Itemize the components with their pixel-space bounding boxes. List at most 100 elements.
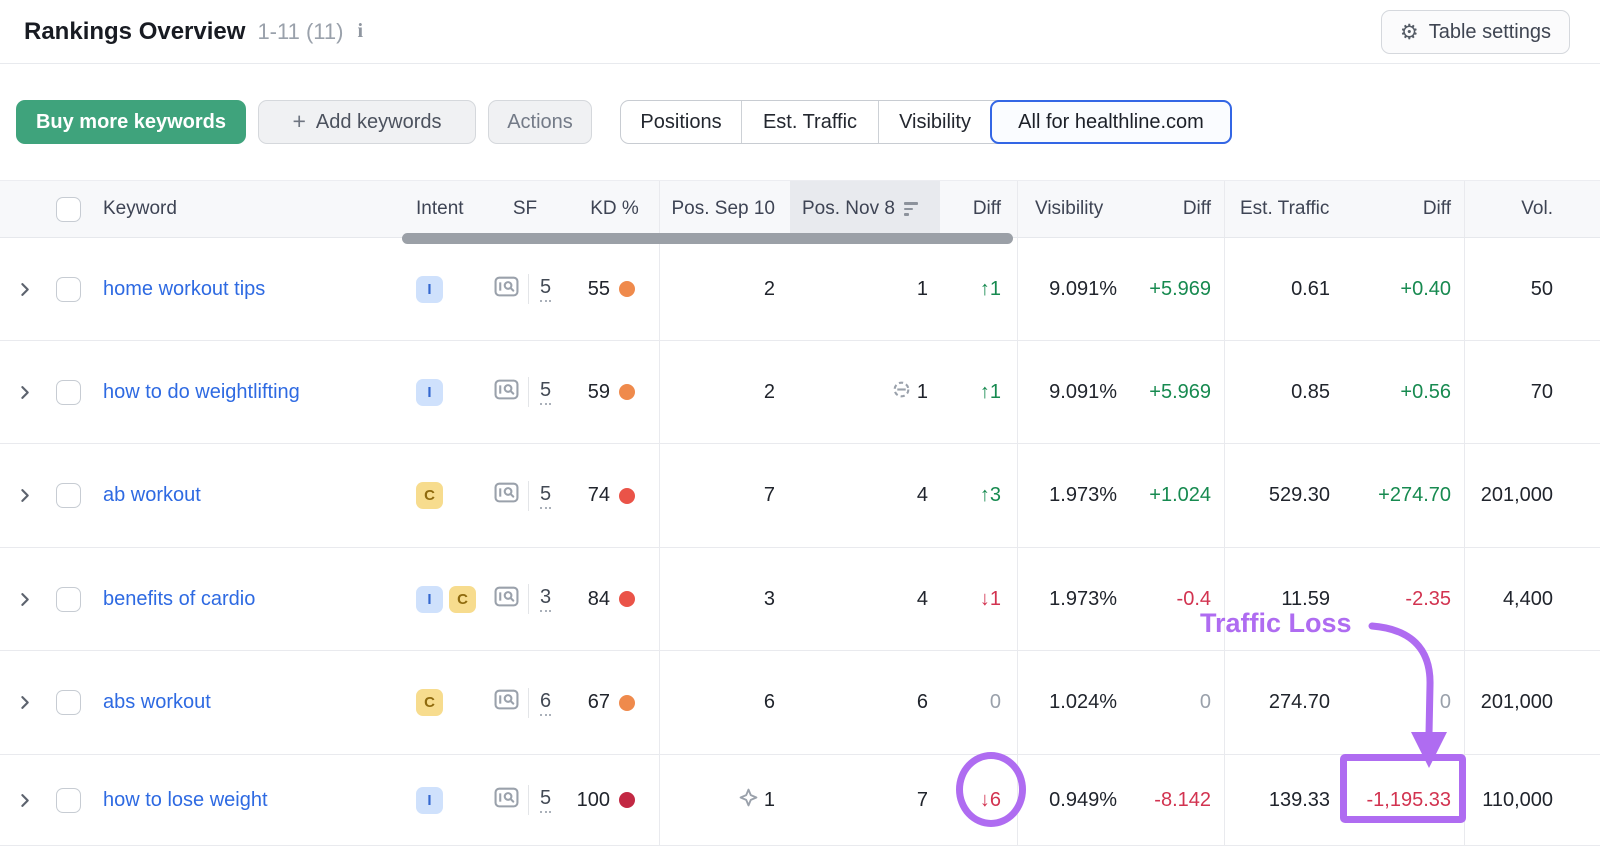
keyword-link[interactable]: home workout tips <box>103 278 265 301</box>
header-est-traffic[interactable]: Est. Traffic <box>1225 181 1340 237</box>
kd-difficulty-dot <box>619 281 635 297</box>
row-checkbox[interactable] <box>55 276 81 302</box>
row-checkbox[interactable] <box>55 586 81 612</box>
keyword-link[interactable]: abs workout <box>103 691 211 714</box>
visibility-diff-value: +5.969 <box>1149 277 1211 300</box>
serp-features-icon <box>494 586 519 613</box>
keyword-link[interactable]: how to lose weight <box>103 789 268 812</box>
toolbar: Buy more keywords + Add keywords Actions… <box>16 100 1600 144</box>
pos-diff-value: 0 <box>989 691 1001 713</box>
info-icon[interactable]: i <box>357 20 363 43</box>
header-diff-pos[interactable]: Diff <box>940 181 1018 237</box>
expand-chevron-icon[interactable] <box>17 695 32 710</box>
table-row: ab workout C 5 74 7 4 ↑3 1.973% +1.024 5… <box>0 444 1600 548</box>
intent-badge-commercial: C <box>416 689 443 716</box>
kd-value: 100 <box>576 788 610 811</box>
tab-all-for-domain[interactable]: All for healthline.com <box>990 100 1232 144</box>
traffic-diff-value: +0.40 <box>1400 277 1451 300</box>
pos-sep10-value: 2 <box>763 277 775 300</box>
intent-badge-commercial: C <box>416 482 443 509</box>
add-keywords-button[interactable]: + Add keywords <box>258 100 476 144</box>
volume-value: 50 <box>1530 277 1553 300</box>
tab-visibility[interactable]: Visibility <box>878 101 991 143</box>
horizontal-scrollbar[interactable] <box>402 233 1013 244</box>
visibility-diff-value: +5.969 <box>1149 380 1211 403</box>
header-pos-sep10[interactable]: Pos. Sep 10 <box>660 181 790 237</box>
header-expander-spacer <box>0 181 48 237</box>
table-settings-button[interactable]: ⚙ Table settings <box>1380 10 1570 54</box>
header-sf[interactable]: SF <box>480 181 570 237</box>
header-diff-traffic[interactable]: Diff <box>1340 181 1465 237</box>
kd-value: 67 <box>587 691 610 713</box>
sf-count[interactable]: 5 <box>540 483 552 509</box>
tab-est-traffic[interactable]: Est. Traffic <box>741 101 878 143</box>
header-kd[interactable]: KD % <box>570 181 660 237</box>
intent-badge-informational: I <box>416 378 443 406</box>
serp-features-icon <box>494 276 519 303</box>
keyword-link[interactable]: benefits of cardio <box>103 588 255 611</box>
select-all-checkbox[interactable] <box>55 196 81 222</box>
pos-nov8-value: 6 <box>916 691 928 713</box>
visibility-value: 9.091% <box>1049 380 1117 403</box>
header-pos-nov8-label: Pos. Nov 8 <box>802 198 895 219</box>
link-icon <box>892 380 911 405</box>
table-settings-label: Table settings <box>1428 20 1551 43</box>
pos-sep10-value: 2 <box>763 380 775 403</box>
intent-badge-informational: I <box>416 275 443 303</box>
expand-chevron-icon[interactable] <box>17 385 32 400</box>
kd-value: 59 <box>587 380 610 403</box>
table-row: how to do weightlifting I 5 59 2 1 ↑1 9.… <box>0 341 1600 444</box>
volume-value: 201,000 <box>1480 691 1553 713</box>
kd-value: 74 <box>587 484 610 506</box>
sf-count[interactable]: 5 <box>540 379 552 405</box>
est-traffic-value: 274.70 <box>1268 691 1330 713</box>
intent-badge-informational: I <box>416 585 443 613</box>
expand-chevron-icon[interactable] <box>17 488 32 503</box>
intent-badge-informational: I <box>416 786 443 814</box>
visibility-value: 1.024% <box>1049 691 1117 713</box>
row-checkbox[interactable] <box>55 787 81 813</box>
row-checkbox[interactable] <box>55 483 81 508</box>
pos-nov8-value: 1 <box>916 277 928 300</box>
row-checkbox[interactable] <box>55 379 81 405</box>
traffic-diff-value: -2.35 <box>1405 587 1451 610</box>
page-title: Rankings Overview <box>24 17 246 45</box>
tab-positions[interactable]: Positions <box>621 101 741 143</box>
kd-value: 84 <box>587 587 610 610</box>
header-keyword[interactable]: Keyword <box>88 181 400 237</box>
sf-count[interactable]: 5 <box>540 787 552 813</box>
est-traffic-value: 139.33 <box>1268 788 1330 811</box>
keyword-link[interactable]: how to do weightlifting <box>103 381 300 404</box>
expand-chevron-icon[interactable] <box>17 592 32 607</box>
divider <box>528 274 529 304</box>
sf-count[interactable]: 3 <box>540 586 552 612</box>
header-visibility[interactable]: Visibility <box>1018 181 1125 237</box>
sf-count[interactable]: 6 <box>540 690 552 716</box>
serp-features-icon <box>494 689 519 716</box>
keyword-link[interactable]: ab workout <box>103 484 201 507</box>
table-header-row: Keyword Intent SF KD % Pos. Sep 10 Pos. … <box>0 180 1600 238</box>
expand-chevron-icon[interactable] <box>17 793 32 808</box>
header-pos-nov8[interactable]: Pos. Nov 8 <box>790 181 940 237</box>
est-traffic-value: 0.85 <box>1291 380 1330 403</box>
sf-count[interactable]: 5 <box>540 276 552 302</box>
intent-badge-commercial: C <box>449 585 476 613</box>
pos-nov8-value: 7 <box>916 788 928 811</box>
header-diff-visibility[interactable]: Diff <box>1125 181 1225 237</box>
serp-features-icon <box>494 379 519 406</box>
rankings-overview-page: Rankings Overview 1-11 (11) i ⚙ Table se… <box>0 0 1600 856</box>
volume-value: 70 <box>1530 380 1553 403</box>
featured-snippet-icon <box>739 788 758 813</box>
traffic-diff-value: +0.56 <box>1400 380 1451 403</box>
buy-more-keywords-button[interactable]: Buy more keywords <box>16 100 246 144</box>
traffic-loss-annotation-label: Traffic Loss <box>1200 608 1352 638</box>
gear-icon: ⚙ <box>1399 20 1419 44</box>
pos-diff-value: ↑1 <box>979 380 1001 403</box>
expand-chevron-icon[interactable] <box>17 282 32 297</box>
visibility-diff-value: -8.142 <box>1154 788 1211 811</box>
pos-nov8-value: 4 <box>916 587 928 610</box>
header-intent[interactable]: Intent <box>400 181 480 237</box>
header-vol[interactable]: Vol. <box>1465 181 1600 237</box>
actions-button[interactable]: Actions <box>488 100 592 144</box>
row-checkbox[interactable] <box>55 690 81 715</box>
